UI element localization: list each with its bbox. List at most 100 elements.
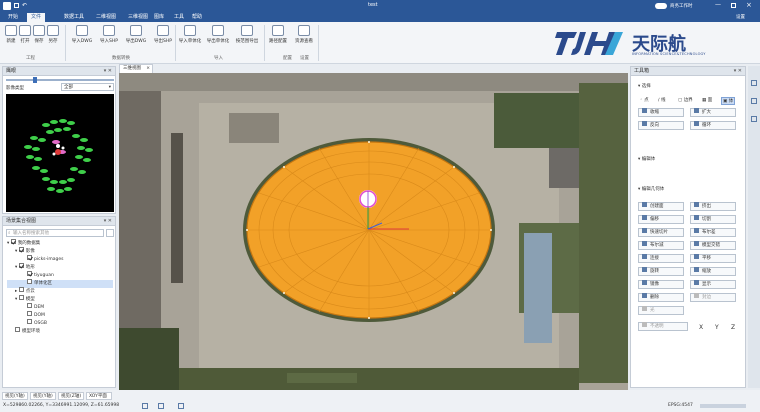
connect-button[interactable]: 连接 [638, 254, 684, 263]
resource-view-button[interactable]: 资源查看 [292, 25, 316, 44]
tree-checkbox[interactable] [18, 247, 24, 252]
section-edit-body[interactable]: ▾ 编辑体 [638, 156, 655, 162]
delete-button[interactable]: 删除 [638, 293, 684, 302]
view-tab-4[interactable]: XOY平面 [86, 392, 112, 400]
pan-mode-icon[interactable] [158, 403, 164, 409]
tree-item[interactable]: DEM [7, 303, 113, 312]
offset-button[interactable]: 偏移 [638, 215, 684, 224]
minimize-icon[interactable]: — [715, 1, 721, 8]
select-mode-body[interactable]: ▣ 体 [721, 97, 736, 105]
tree-checkbox[interactable] [27, 319, 32, 324]
panel-close-icon[interactable]: ▾ ✕ [104, 217, 112, 226]
invert-button[interactable]: 反向 [638, 121, 684, 130]
nav-mode-icon[interactable] [142, 403, 148, 409]
seal-edge-button[interactable]: 封边 [690, 293, 736, 302]
extrude-button[interactable]: 挤出 [690, 202, 736, 211]
quick-save-icon[interactable] [14, 3, 19, 8]
axis-y-button[interactable]: Y [715, 324, 719, 331]
overview-map[interactable] [6, 94, 114, 212]
tree-checkbox[interactable] [10, 239, 16, 244]
shrink-button[interactable]: 收缩 [638, 108, 684, 117]
slider-handle[interactable] [33, 77, 37, 83]
axis-x-button[interactable]: X [699, 324, 703, 331]
tab-3d-view[interactable]: 三维视图 × [119, 64, 153, 73]
search-input[interactable]: ⌕ 输入名称搜索其他 [6, 229, 104, 237]
view-tab-2[interactable]: 视见(Y轴) [30, 392, 56, 400]
side-tool-icon[interactable] [751, 98, 757, 104]
loop-button[interactable]: 循环 [690, 121, 736, 130]
select-mode-face[interactable]: ▦ 面 [702, 97, 712, 103]
quick-slice-button[interactable]: 快速切片 [638, 228, 684, 237]
grid-icon[interactable] [178, 403, 184, 409]
menu-item-library[interactable]: 图库 [150, 13, 168, 22]
show-button[interactable]: 显示 [690, 280, 736, 289]
tree-item[interactable]: ▾ 模型 [7, 295, 113, 304]
tree-checkbox[interactable] [18, 263, 24, 268]
export-dwg-button[interactable]: 导出DWG [124, 25, 148, 44]
expand-button[interactable]: 扩大 [690, 108, 736, 117]
status-scroll-bar[interactable] [700, 404, 746, 408]
rotate-button[interactable]: 旋转 [638, 267, 684, 276]
section-edit-geometry[interactable]: ▾ 编辑几何体 [638, 186, 664, 192]
panel-close-icon[interactable]: ▾ ✕ [104, 67, 112, 76]
menu-item-help[interactable]: 帮助 [188, 13, 206, 22]
export-by-range-button[interactable]: 按范围导出 [233, 25, 261, 44]
mirror-button[interactable]: 镜像 [638, 280, 684, 289]
import-shp-button[interactable]: 导入SHP [97, 25, 121, 44]
side-tool-icon[interactable] [751, 80, 757, 86]
opacity-button[interactable]: 不透明 [638, 322, 688, 331]
filter-icon[interactable] [106, 229, 114, 237]
expand-icon[interactable]: ▾ [15, 297, 17, 302]
maximize-icon[interactable] [731, 3, 736, 8]
light-button[interactable]: 光 [638, 306, 684, 315]
boolean-diff-button[interactable]: 布尔差 [690, 228, 736, 237]
tree-item[interactable]: OSGB [7, 319, 113, 328]
expand-icon[interactable]: ▾ [15, 249, 17, 254]
tree-item[interactable]: tiyuguan [7, 271, 113, 280]
section-select[interactable]: ▾ 选择 [638, 83, 651, 89]
save-as-button[interactable]: 另存 [44, 25, 62, 44]
tree-checkbox[interactable] [15, 327, 20, 332]
expand-icon[interactable]: ▾ [7, 241, 9, 246]
close-tab-icon[interactable]: × [146, 65, 150, 73]
model-intersect-button[interactable]: 模型交错 [690, 241, 736, 250]
select-mode-point[interactable]: ◦ 点 [640, 97, 649, 103]
tree-checkbox[interactable] [27, 311, 32, 316]
panel-close-icon[interactable]: ▾ ✕ [734, 67, 742, 76]
view-tab-1[interactable]: 视见(Y轴) [2, 392, 28, 400]
tree-item[interactable]: DOM [7, 311, 113, 320]
import-dwg-button[interactable]: 导入DWG [70, 25, 94, 44]
export-shp-button[interactable]: 导出SHP [151, 25, 175, 44]
menu-item-file[interactable]: 文件 [27, 13, 46, 22]
tree-checkbox[interactable] [18, 295, 24, 300]
create-face-button[interactable]: 创建面 [638, 202, 684, 211]
settings-label[interactable]: 设置 [736, 14, 745, 20]
menu-item-start[interactable]: 开始 [4, 13, 22, 22]
export-monomer-button[interactable]: 导出单体化 [205, 25, 231, 44]
tree-checkbox[interactable] [18, 287, 24, 292]
zoom-slider[interactable] [6, 77, 114, 83]
select-mode-border[interactable]: ▢ 边界 [678, 97, 693, 103]
translate-button[interactable]: 平移 [690, 254, 736, 263]
tree-item[interactable]: ▾ 地形 [7, 263, 113, 272]
path-config-button[interactable]: 路径配置 [266, 25, 290, 44]
import-monomer-button[interactable]: 导入单体化 [177, 25, 203, 44]
menu-item-3d-view[interactable]: 三维视图 [124, 13, 152, 22]
select-mode-line[interactable]: ∕ 线 [658, 97, 665, 103]
mode-toggle[interactable] [655, 3, 667, 9]
menu-item-2d-view[interactable]: 二维视图 [92, 13, 120, 22]
boolean-subtract-button[interactable]: 布尔减 [638, 241, 684, 250]
cut-button[interactable]: 切割 [690, 215, 736, 224]
close-icon[interactable]: × [746, 1, 752, 9]
tree-checkbox[interactable] [27, 303, 32, 308]
tree-checkbox[interactable] [27, 279, 32, 284]
menu-item-tools[interactable]: 工具 [170, 13, 188, 22]
menu-item-data-tools[interactable]: 数据工具 [60, 13, 88, 22]
view-tab-3[interactable]: 视见(Z轴) [58, 392, 84, 400]
expand-icon[interactable]: ▸ [15, 289, 17, 294]
3d-viewport[interactable] [119, 73, 628, 390]
scale-button[interactable]: 缩放 [690, 267, 736, 276]
tree-item[interactable]: 模型环境 [7, 327, 113, 336]
side-tool-icon[interactable] [751, 116, 757, 122]
expand-icon[interactable]: ▾ [15, 265, 17, 270]
